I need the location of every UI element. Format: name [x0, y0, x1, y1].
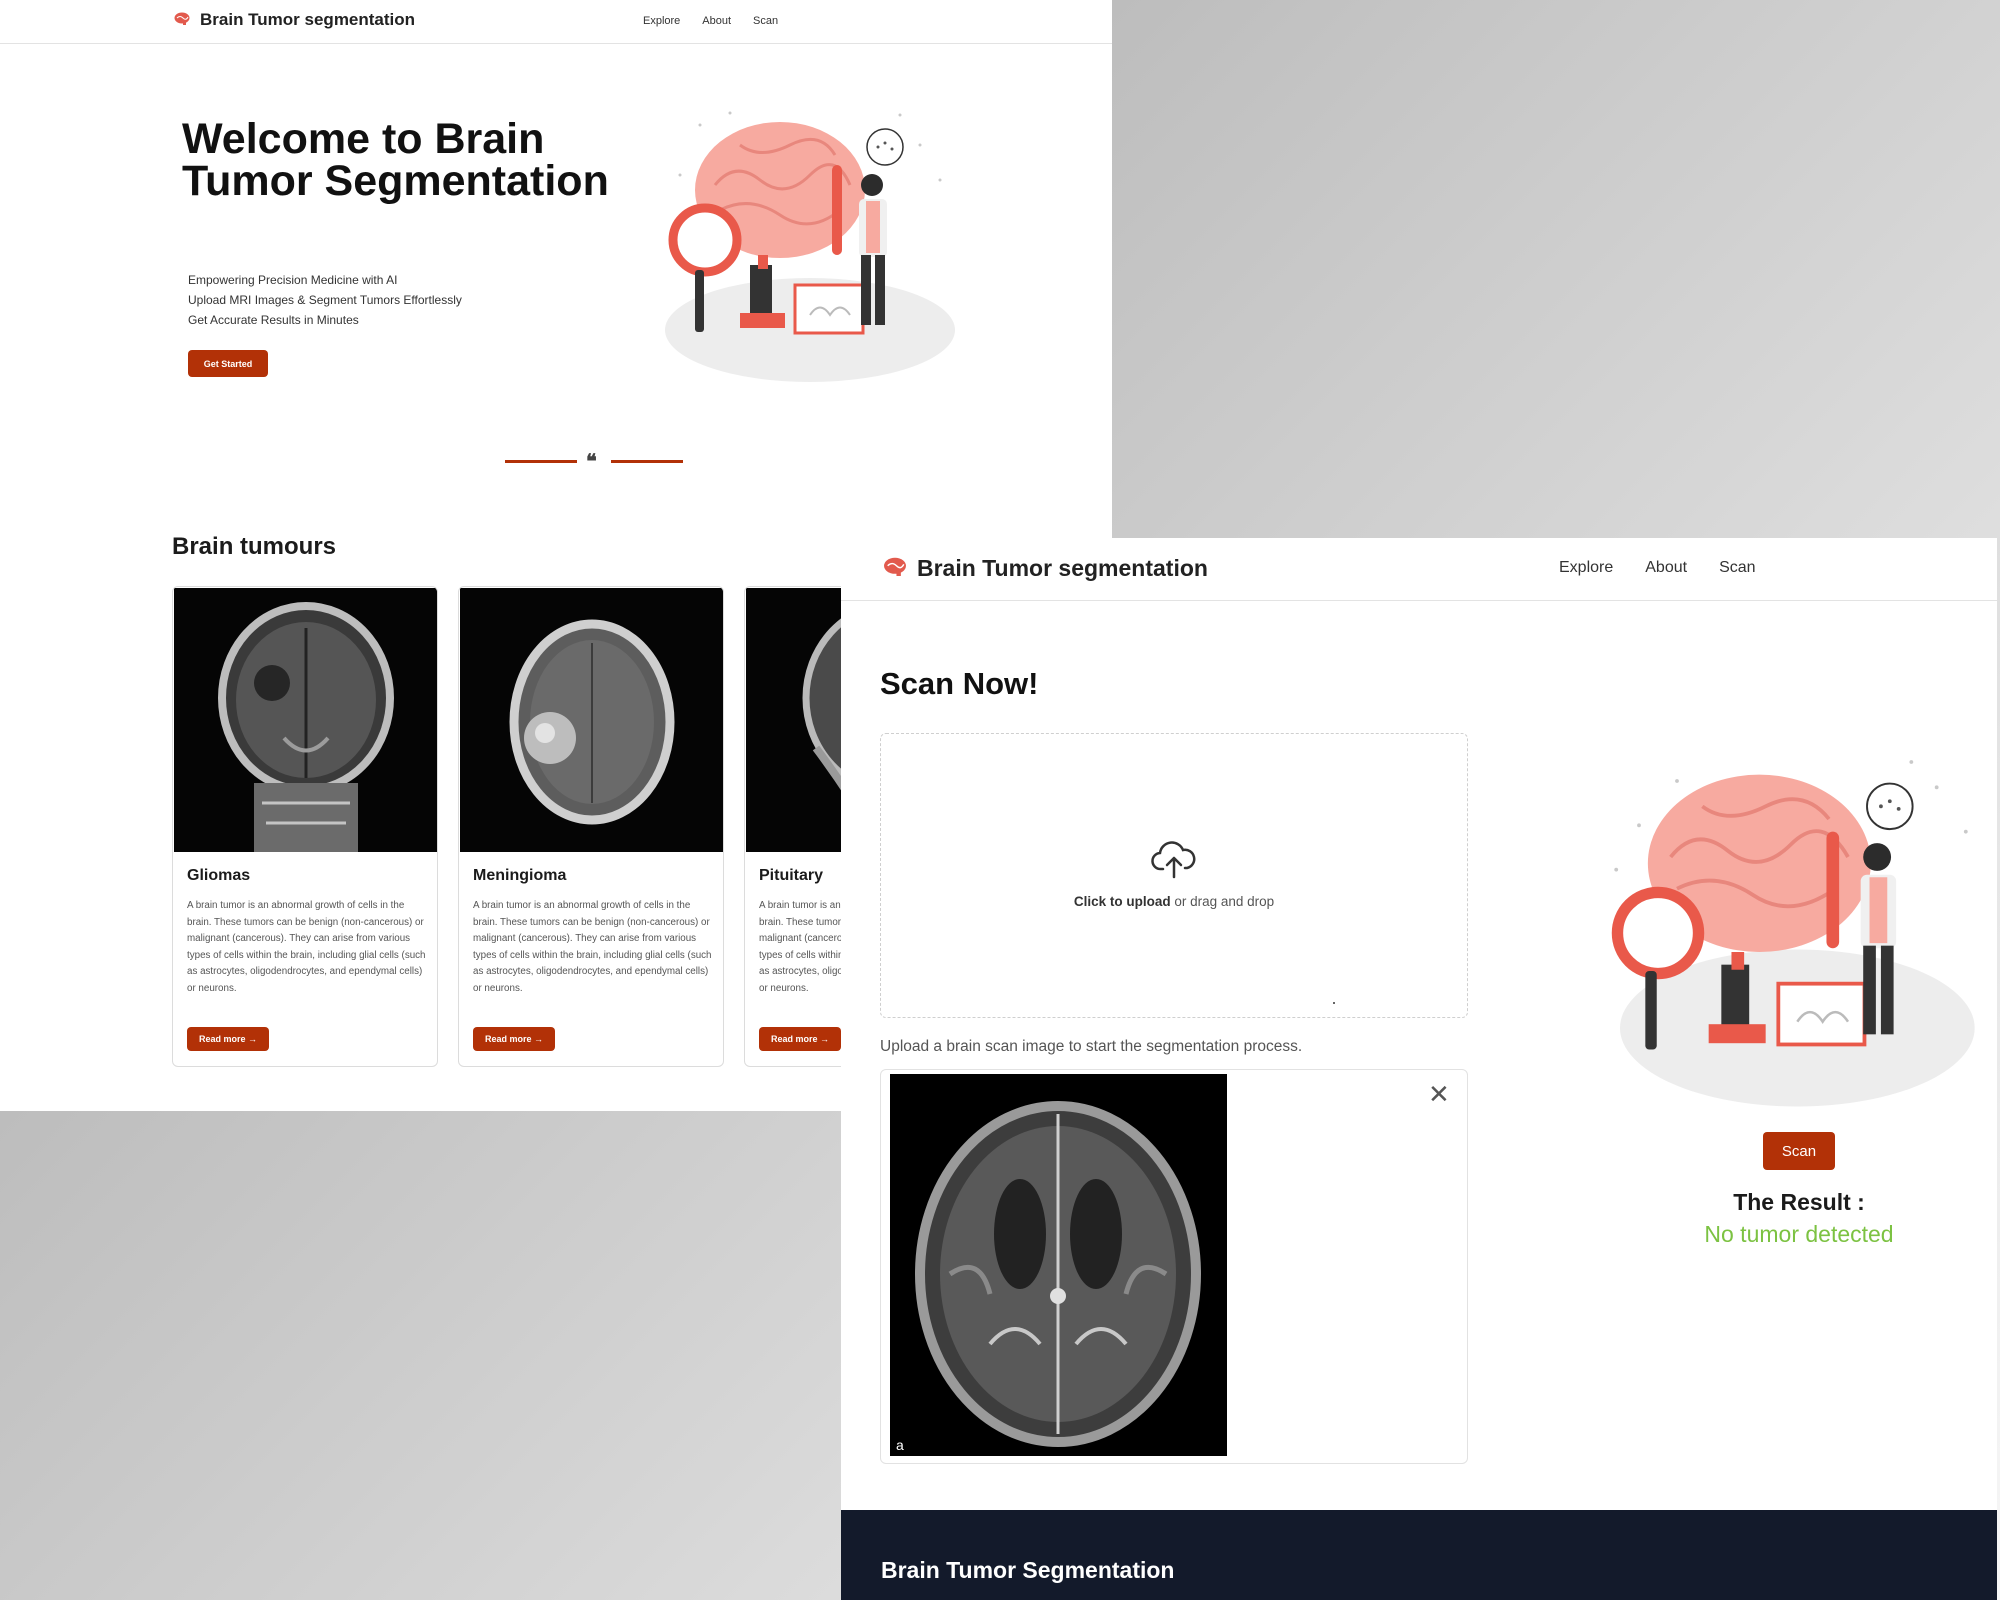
mri-image	[174, 588, 437, 852]
footer-title: Brain Tumor Segmentation	[881, 1557, 1175, 1583]
mri-image	[460, 588, 723, 852]
hero-title: Welcome to Brain Tumor Segmentation	[182, 115, 609, 205]
section-title: Brain tumours	[172, 533, 337, 560]
tumour-card: Gliomas A brain tumor is an abnormal gro…	[172, 586, 438, 1067]
brand-name: Brain Tumor segmentation	[917, 555, 1208, 581]
cloud-upload-icon	[1151, 841, 1196, 879]
brain-icon	[883, 555, 907, 582]
scan-title: Scan Now!	[880, 666, 1039, 701]
read-more-button[interactable]: Read more →	[187, 1027, 269, 1051]
footer: Brain Tumor Segmentation	[841, 1510, 1997, 1600]
hero-line: Empowering Precision Medicine with AI	[188, 273, 398, 287]
card-description: A brain tumor is an abnormal growth of c…	[187, 900, 426, 994]
uploaded-mri-image: a	[890, 1074, 1227, 1456]
brand-logo[interactable]: Brain Tumor segmentation	[883, 555, 1208, 582]
card-title: Meningioma	[473, 867, 567, 884]
nav-links: Explore About Scan	[643, 15, 800, 27]
read-more-button[interactable]: Read more →	[759, 1027, 841, 1051]
quote-icon: ❝	[586, 451, 597, 473]
result-value: No tumor detected	[1704, 1221, 1894, 1247]
upload-instruction: Click to upload or drag and drop	[881, 894, 1467, 909]
brain-icon	[174, 10, 190, 30]
card-title: Pituitary	[759, 867, 824, 884]
nav-links: Explore About Scan	[1559, 559, 1788, 577]
upload-instruction-rest: or drag and drop	[1170, 894, 1275, 909]
card-title: Gliomas	[187, 867, 251, 884]
result-label: The Result :	[1733, 1189, 1865, 1215]
nav-scan[interactable]: Scan	[753, 15, 778, 27]
scientist-brain-illustration	[1611, 760, 1975, 1107]
scan-page: Brain Tumor segmentation Explore About S…	[841, 538, 1997, 1600]
nav-scan[interactable]: Scan	[1719, 559, 1755, 577]
nav-explore[interactable]: Explore	[643, 15, 680, 27]
top-nav: Brain Tumor segmentation Explore About S…	[841, 538, 1997, 601]
brand-name: Brain Tumor segmentation	[200, 10, 416, 29]
card-description: A brain tumor is an abnormal growth of c…	[473, 900, 712, 994]
hero-taglines: Empowering Precision Medicine with AI Up…	[188, 270, 462, 330]
nav-about[interactable]: About	[1645, 559, 1687, 577]
nav-about[interactable]: About	[702, 15, 731, 27]
dot	[1333, 1002, 1335, 1004]
hero-line: Get Accurate Results in Minutes	[188, 313, 359, 327]
upload-link[interactable]: Click to upload	[1074, 894, 1171, 909]
read-more-button[interactable]: Read more →	[473, 1027, 555, 1051]
upload-hint: Upload a brain scan image to start the s…	[880, 1038, 1303, 1055]
image-preview: a ✕	[880, 1069, 1468, 1464]
close-icon[interactable]: ✕	[1428, 1081, 1450, 1107]
nav-explore[interactable]: Explore	[1559, 559, 1613, 577]
quote-divider-left	[505, 460, 577, 463]
scientist-brain-illustration	[665, 111, 955, 382]
upload-dropzone[interactable]: Click to upload or drag and drop	[880, 733, 1468, 1018]
scan-button[interactable]: Scan	[1763, 1132, 1835, 1170]
hero-line: Upload MRI Images & Segment Tumors Effor…	[188, 293, 462, 307]
image-caption: a	[896, 1437, 904, 1453]
tumour-card: Meningioma A brain tumor is an abnormal …	[458, 586, 724, 1067]
quote-divider-right	[611, 460, 683, 463]
get-started-button[interactable]: Get Started	[188, 350, 268, 377]
brand-logo[interactable]: Brain Tumor segmentation	[174, 10, 415, 30]
top-nav: Brain Tumor segmentation Explore About S…	[0, 0, 1112, 44]
